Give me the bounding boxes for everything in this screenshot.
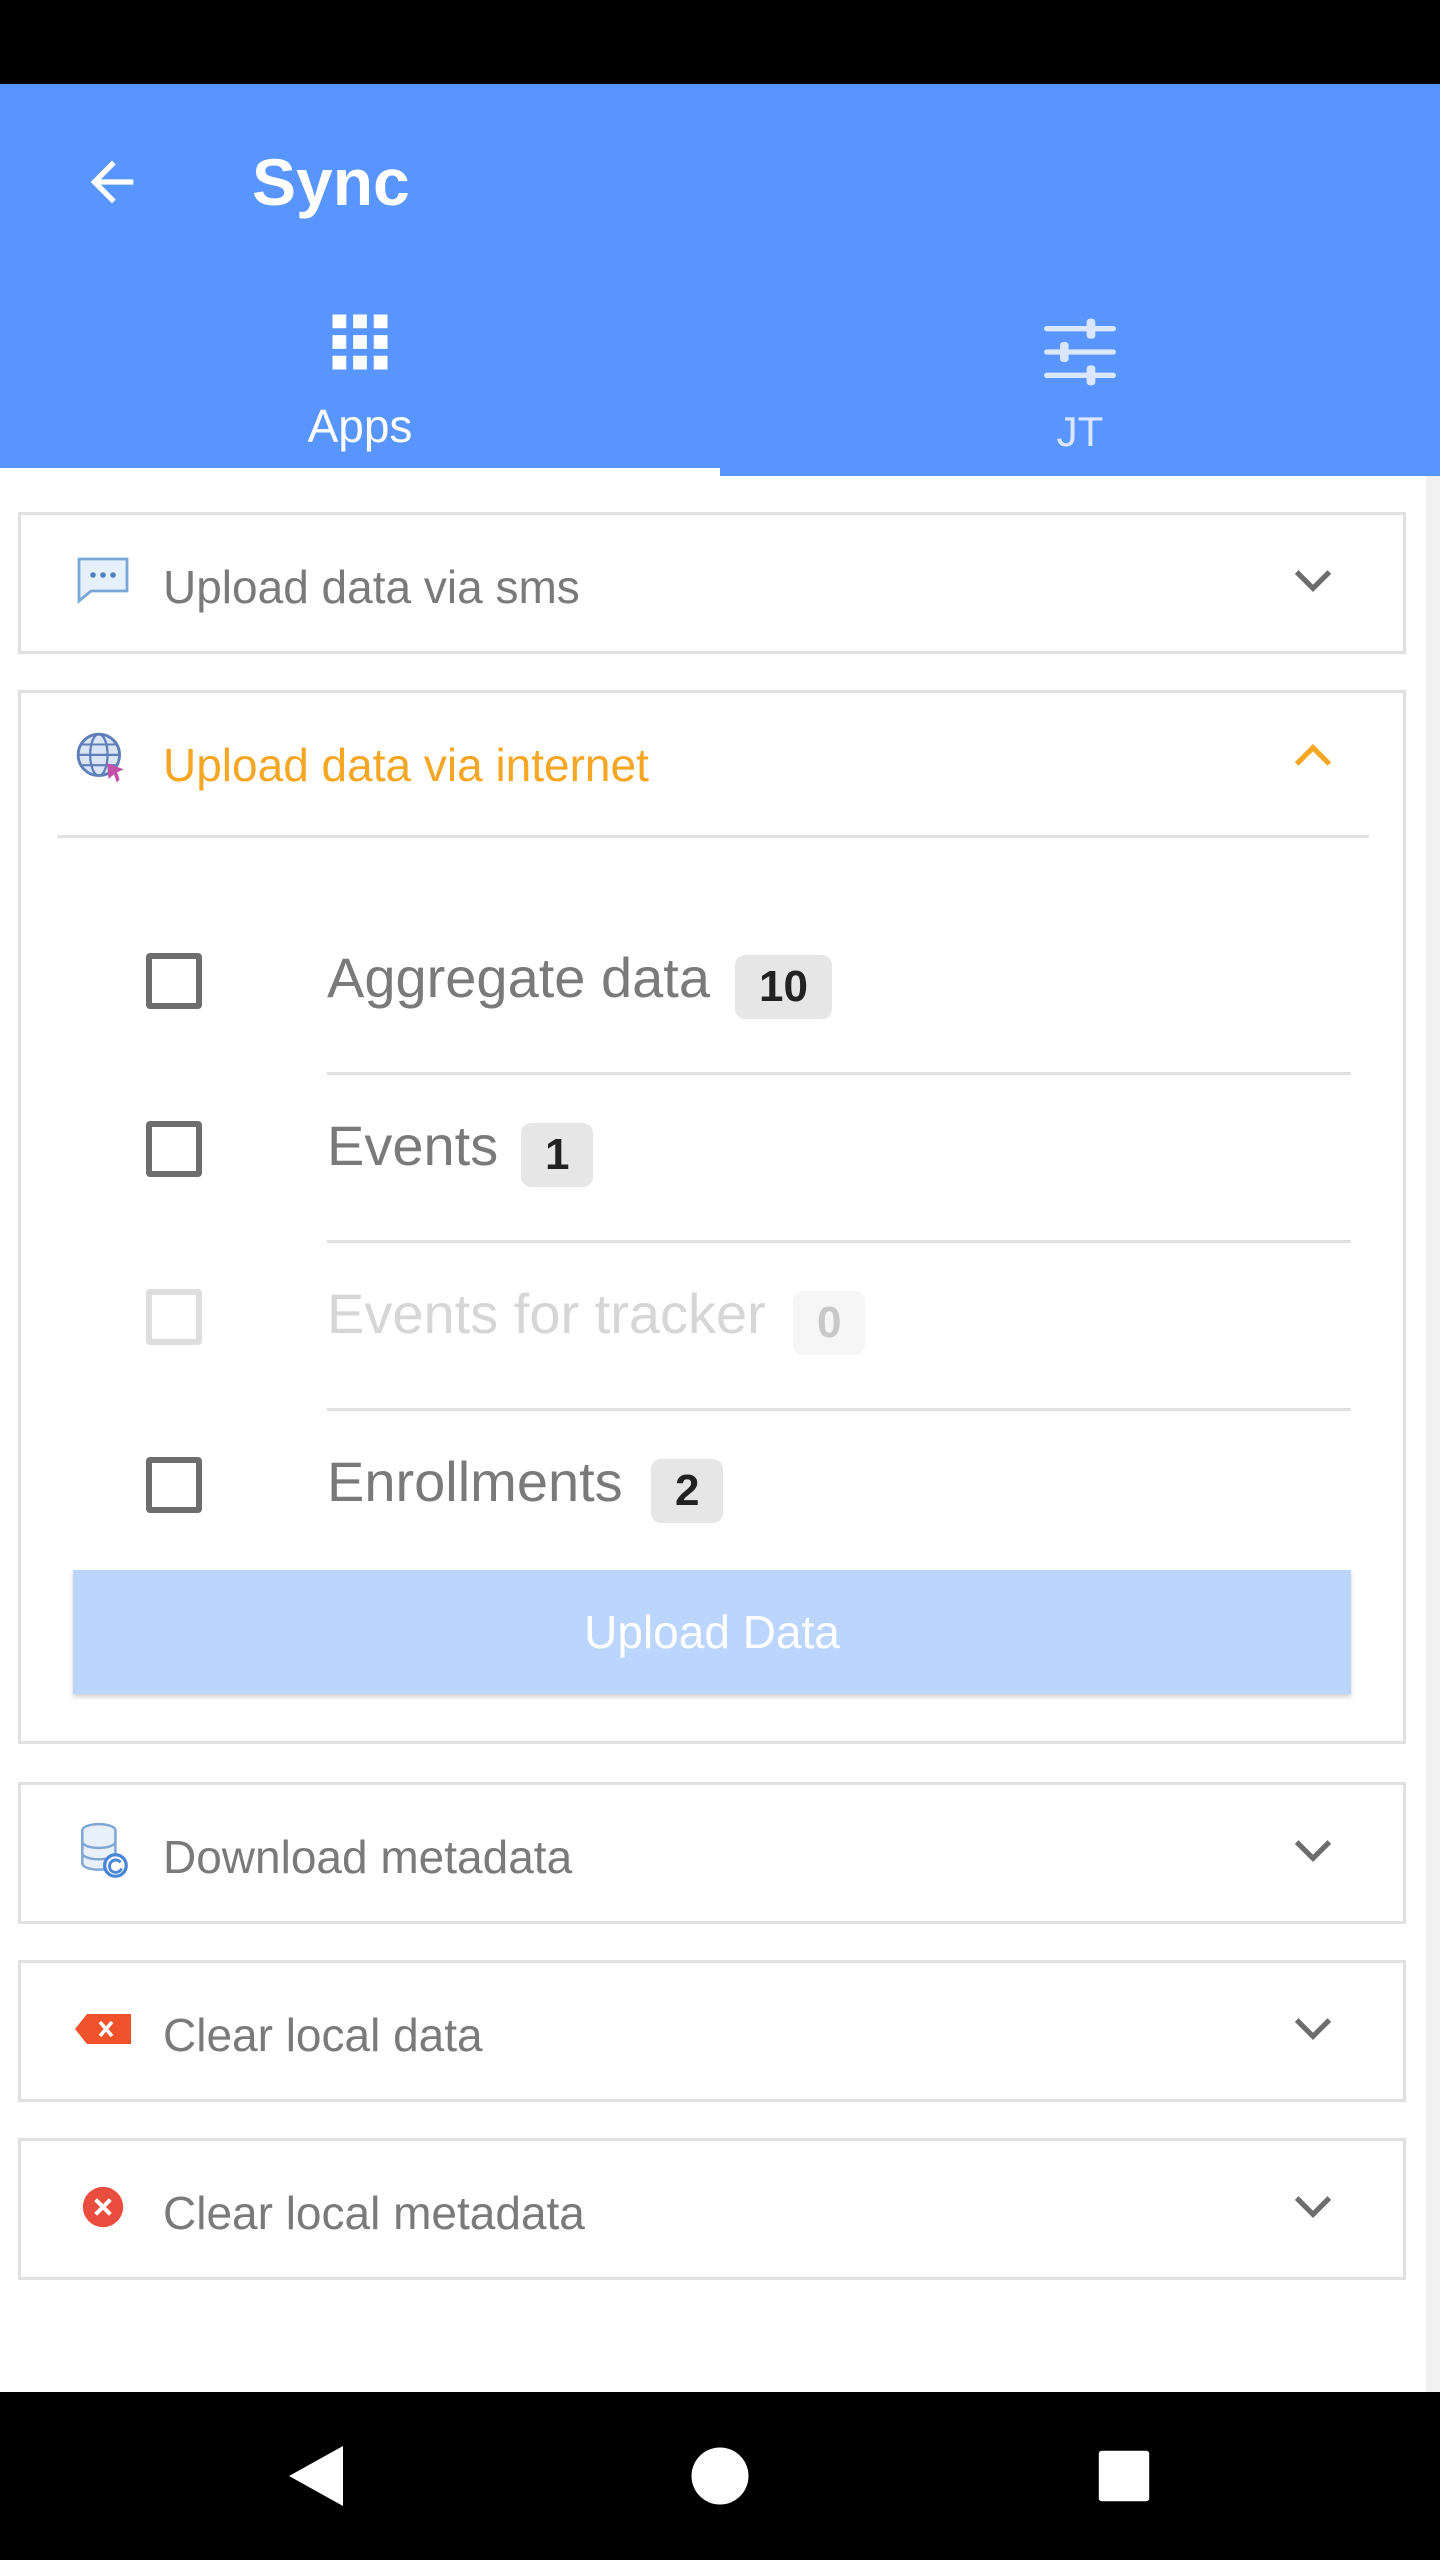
list-item-events[interactable]: Events 1: [21, 1075, 1403, 1243]
upload-data-button[interactable]: Upload Data: [73, 1570, 1351, 1694]
section-label: Upload data via internet: [163, 739, 649, 791]
section-label: Upload data via sms: [163, 561, 580, 613]
nav-back-icon: [289, 2446, 343, 2506]
tab-apps-label: Apps: [307, 400, 413, 452]
count-badge: 1: [521, 1123, 594, 1187]
globe-icon: [76, 732, 124, 783]
chevron-down-icon: [1294, 570, 1332, 592]
section-clear-local-data[interactable]: Clear local data: [18, 1960, 1406, 2102]
apps-grid-icon: [332, 314, 388, 370]
list-item-events-for-tracker: Events for tracker 0: [21, 1243, 1403, 1411]
tab-apps[interactable]: Apps: [0, 300, 720, 476]
aggregate-data-checkbox[interactable]: [146, 953, 202, 1009]
chevron-down-icon: [1294, 1840, 1332, 1862]
sms-icon: [77, 557, 129, 604]
enrollments-checkbox[interactable]: [146, 1457, 202, 1513]
section-header[interactable]: Clear local metadata: [21, 2141, 1403, 2279]
page-title: Sync: [252, 145, 410, 219]
tab-jt-label: JT: [1056, 408, 1104, 455]
tab-indicator: [0, 468, 720, 476]
list-item-enrollments[interactable]: Enrollments 2: [21, 1411, 1403, 1579]
row-label: Events: [327, 1114, 499, 1177]
section-download-metadata[interactable]: Download metadata: [18, 1782, 1406, 1924]
status-bar: [0, 0, 1440, 84]
section-clear-local-metadata[interactable]: Clear local metadata: [18, 2138, 1406, 2280]
chevron-up-icon: [1294, 744, 1332, 766]
count-badge: 0: [793, 1291, 866, 1355]
list-item-aggregate-data[interactable]: Aggregate data 10: [21, 907, 1403, 1075]
events-for-tracker-checkbox: [146, 1289, 202, 1345]
nav-recents-button[interactable]: [1076, 2428, 1172, 2524]
scrollbar-track[interactable]: [1426, 476, 1440, 2392]
nav-home-icon: [691, 2447, 749, 2505]
count-badge: 10: [735, 955, 832, 1019]
tab-jt[interactable]: JT: [720, 300, 1440, 476]
section-header[interactable]: Clear local data: [21, 1963, 1403, 2101]
cancel-circle-icon: [82, 2186, 124, 2228]
row-label: Events for tracker: [327, 1282, 766, 1345]
database-sync-icon: [81, 1822, 128, 1878]
section-upload-sms[interactable]: Upload data via sms: [18, 512, 1406, 654]
section-label: Clear local data: [163, 2009, 483, 2061]
section-label: Download metadata: [163, 1831, 573, 1883]
chevron-down-icon: [1294, 2196, 1332, 2218]
chevron-down-icon: [1294, 2018, 1332, 2040]
backspace-icon: [75, 2014, 131, 2044]
section-upload-internet: Upload data via internet Aggregate data …: [18, 690, 1406, 1744]
nav-back-button[interactable]: [268, 2428, 364, 2524]
section-divider: [57, 835, 1369, 838]
row-label: Enrollments: [327, 1450, 623, 1513]
sliders-icon: [1044, 318, 1116, 386]
section-header[interactable]: Download metadata: [21, 1785, 1403, 1923]
navigation-bar: [0, 2392, 1440, 2560]
sync-content: Upload data via sms Upload data via inte…: [0, 476, 1426, 2392]
count-badge: 2: [651, 1459, 724, 1523]
row-label: Aggregate data: [327, 946, 710, 1009]
nav-recents-icon: [1098, 2450, 1150, 2502]
section-header[interactable]: Upload data via internet: [21, 693, 1403, 831]
events-checkbox[interactable]: [146, 1121, 202, 1177]
section-header[interactable]: Upload data via sms: [21, 515, 1403, 653]
nav-home-button[interactable]: [672, 2428, 768, 2524]
section-label: Clear local metadata: [163, 2187, 585, 2239]
back-button[interactable]: [60, 130, 164, 234]
arrow-back-icon: [90, 160, 134, 204]
